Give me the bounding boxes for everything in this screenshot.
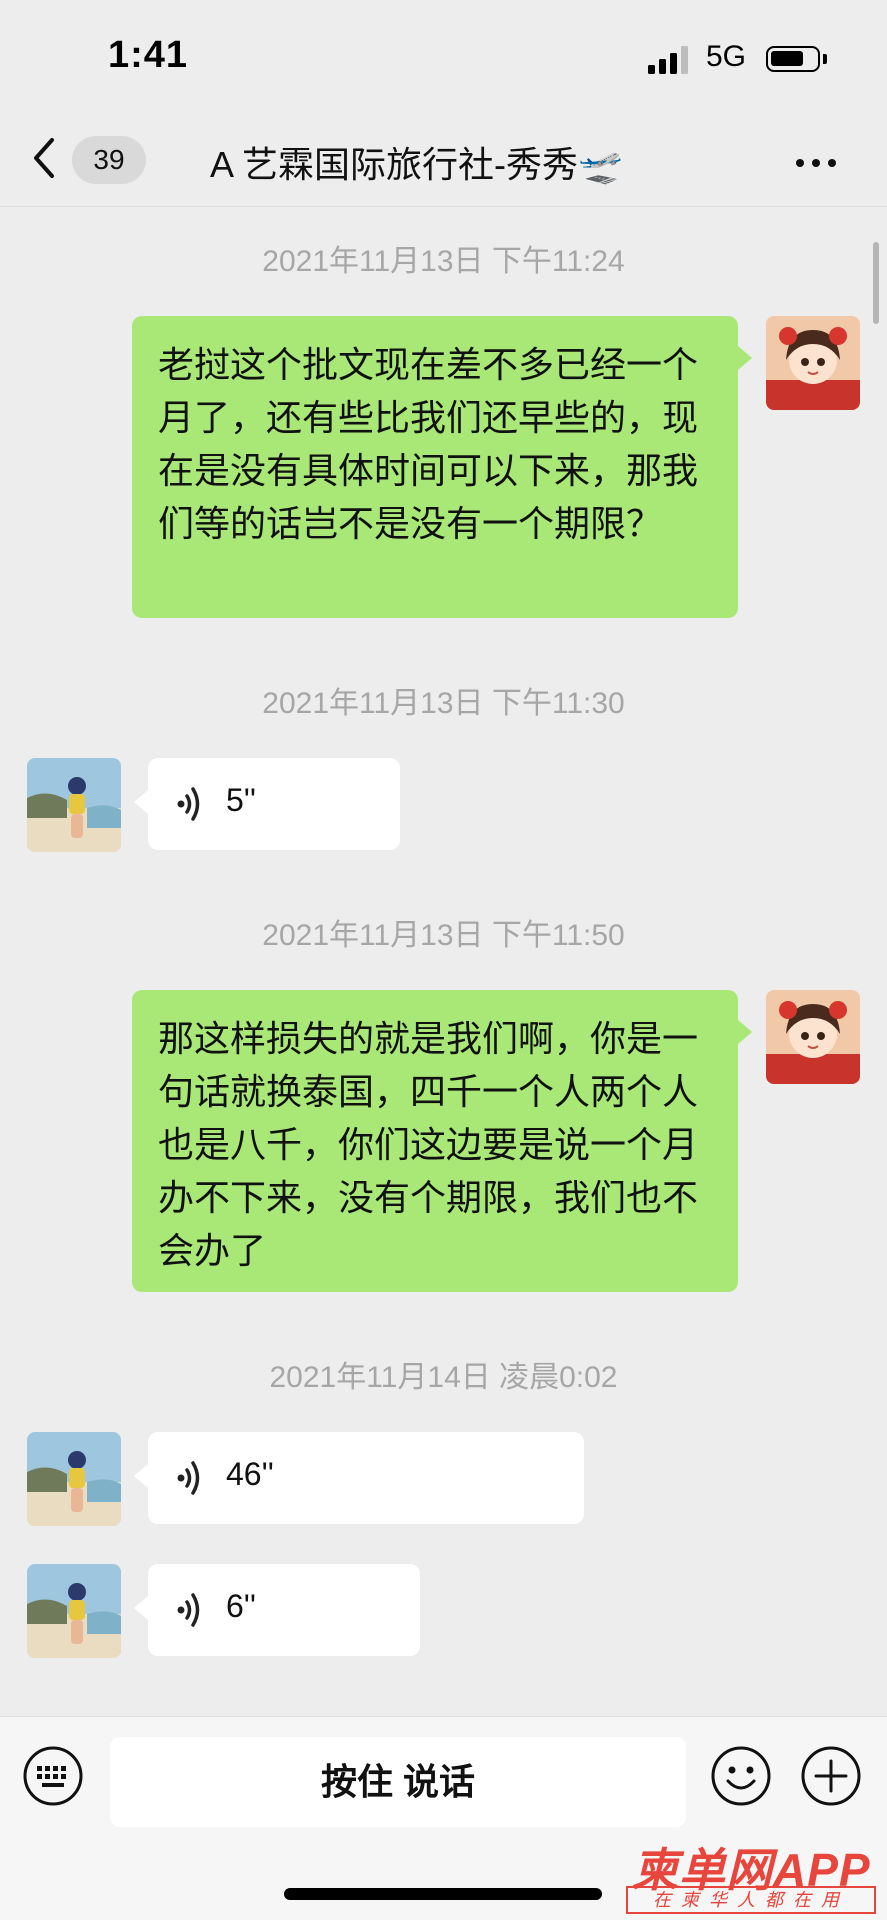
chat-header: 39 A 艺霖国际旅行社-秀秀🛫: [0, 110, 887, 207]
battery-icon: [766, 46, 820, 72]
emoji-icon[interactable]: [710, 1745, 772, 1807]
more-dots-icon[interactable]: [796, 154, 846, 167]
chat-title: A 艺霖国际旅行社-秀秀🛫: [210, 144, 623, 185]
voice-duration: 46'': [226, 1456, 274, 1492]
message-timestamp: 2021年11月13日 下午11:24: [262, 245, 625, 278]
message-timestamp: 2021年11月13日 下午11:50: [262, 919, 625, 952]
my-avatar[interactable]: [766, 990, 860, 1084]
voice-wave-icon: [177, 1461, 200, 1495]
watermark-logo: 柬单网APP 在柬华人都在用: [626, 1834, 880, 1916]
voice-duration: 6'': [226, 1588, 257, 1624]
outgoing-text-bubble[interactable]: 老挝这个批文现在差不多已经一个月了，还有些比我们还早些的，现在是没有具体时间可以…: [132, 316, 752, 618]
voice-duration: 5'': [226, 782, 257, 818]
contact-avatar[interactable]: [27, 758, 121, 852]
voice-wave-icon: [177, 787, 200, 821]
chat-screen: 1:41 5G 39 A 艺霖国际旅行社-秀秀🛫 2021年11月13日 下午1…: [0, 0, 887, 1920]
hold-to-talk-button[interactable]: 按住 说话: [110, 1737, 686, 1827]
status-time: 1:41: [108, 34, 189, 76]
incoming-voice-bubble[interactable]: 6'': [134, 1564, 420, 1656]
network-label: 5G: [706, 40, 747, 73]
watermark-subtitle: 在柬华人都在用: [626, 1886, 876, 1914]
outgoing-text-bubble[interactable]: 那这样损失的就是我们啊，你是一句话就换泰国，四千一个人两个人也是八千，你们这边要…: [132, 990, 752, 1292]
contact-avatar[interactable]: [27, 1432, 121, 1526]
back-chevron-icon[interactable]: [30, 134, 60, 182]
battery-fill: [771, 51, 803, 66]
contact-avatar[interactable]: [27, 1564, 121, 1658]
status-bar: 1:41 5G: [0, 0, 887, 110]
voice-wave-icon: [177, 1593, 200, 1627]
incoming-voice-bubble[interactable]: 46'': [134, 1432, 584, 1524]
battery-tip: [823, 54, 827, 64]
my-avatar[interactable]: [766, 316, 860, 410]
plus-icon[interactable]: [800, 1745, 862, 1807]
unread-count-badge[interactable]: 39: [72, 136, 146, 184]
signal-icon: [648, 46, 688, 74]
home-indicator[interactable]: [284, 1888, 602, 1900]
message-timestamp: 2021年11月13日 下午11:30: [262, 687, 625, 720]
message-timestamp: 2021年11月14日 凌晨0:02: [269, 1361, 618, 1394]
keyboard-icon[interactable]: [22, 1745, 84, 1807]
incoming-voice-bubble[interactable]: 5'': [134, 758, 400, 850]
